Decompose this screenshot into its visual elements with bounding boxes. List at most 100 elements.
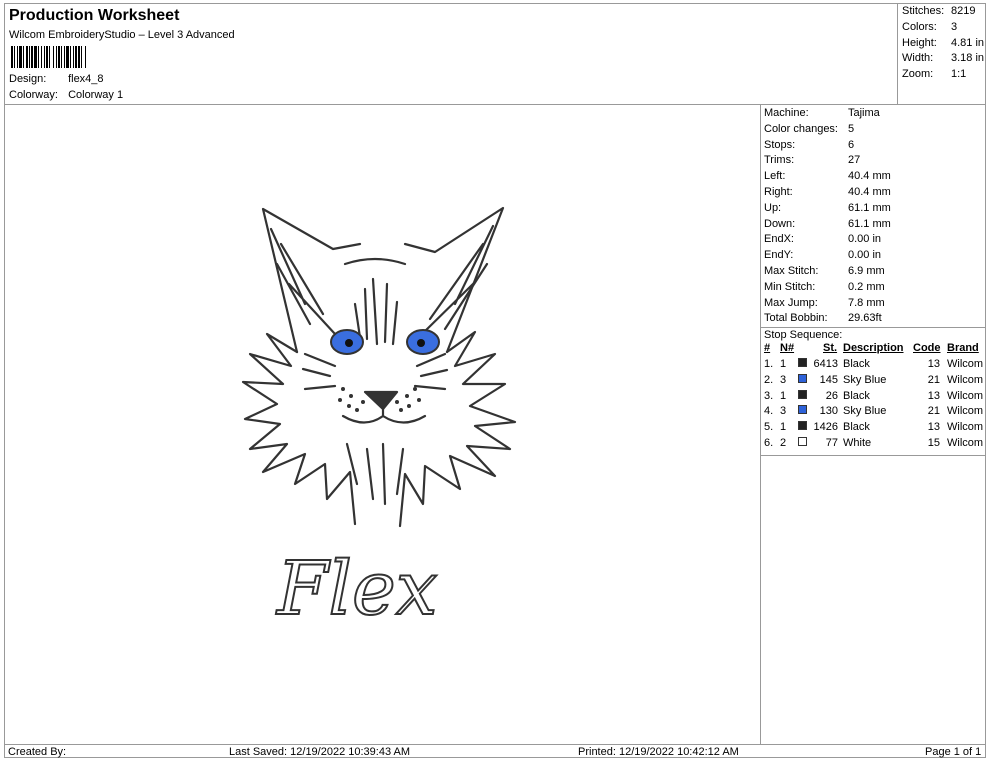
colorway-row: Colorway: Colorway 1 xyxy=(9,89,123,101)
cell-stitches: 130 xyxy=(819,405,838,418)
detail-label: Up: xyxy=(764,201,782,214)
detail-label: Total Bobbin: xyxy=(764,312,828,325)
summary-label: Width: xyxy=(902,52,934,64)
detail-row: Min Stitch: 0.2 mm xyxy=(764,281,885,293)
cell-needle: 2 xyxy=(780,437,787,449)
detail-value: 40.4 mm xyxy=(848,170,891,183)
summary-panel: Stitches: 8219 Colors: 3 Height: 4.81 in Wi… xyxy=(897,4,986,105)
details-panel: Machine: Tajima Color changes: 5 Stops: 6 Trim… xyxy=(760,104,986,744)
detail-value: 0.2 mm xyxy=(848,280,885,293)
color-swatch xyxy=(798,373,807,383)
cell-needle: 1 xyxy=(780,421,787,434)
detail-label: Trims: xyxy=(764,154,795,167)
detail-row: Max Stitch: 6.9 mm xyxy=(764,265,885,277)
cell-code: 15 xyxy=(927,437,940,449)
cell-code: 13 xyxy=(927,358,940,370)
page-number: Page 1 of 1 xyxy=(925,746,982,758)
cell-description: White xyxy=(843,437,872,449)
cell-brand: Wilcom xyxy=(947,421,984,434)
header: Production Worksheet Wilcom EmbroiderySt… xyxy=(5,4,897,105)
summary-label: Height: xyxy=(902,37,937,49)
design-value: flex4_8 xyxy=(68,73,104,85)
color-swatch xyxy=(798,437,807,446)
divider xyxy=(761,455,986,456)
cell-num: 2. xyxy=(764,373,774,386)
detail-row: Max Jump: 7.8 mm xyxy=(764,297,885,309)
cell-num: 3. xyxy=(764,389,774,402)
detail-label: EndX: xyxy=(764,233,794,246)
cell-brand: Wilcom xyxy=(947,373,984,386)
column-header: Code xyxy=(913,342,941,354)
table-header: # N# St. Description Code Brand xyxy=(761,342,986,358)
design-label: Design: xyxy=(9,73,47,85)
cell-description: Black xyxy=(843,358,870,370)
summary-value: 8219 xyxy=(951,5,976,17)
cell-brand: Wilcom xyxy=(947,405,984,418)
detail-label: Color changes: xyxy=(764,122,838,135)
table-row: 4. 3 130 Sky Blue 21 Wilcom xyxy=(761,405,986,421)
cell-stitches: 145 xyxy=(819,373,838,386)
summary-value: 4.81 in xyxy=(951,37,985,49)
detail-row: Left: 40.4 mm xyxy=(764,170,891,182)
detail-row: Stops: 6 xyxy=(764,139,854,151)
table-row: 3. 1 26 Black 13 Wilcom xyxy=(761,389,986,406)
detail-value: 7.8 mm xyxy=(848,296,885,309)
detail-label: Stops: xyxy=(764,138,796,151)
detail-value: 61.1 mm xyxy=(848,217,891,230)
barcode xyxy=(11,46,86,68)
detail-row: Total Bobbin: 29.63ft xyxy=(764,312,882,324)
cell-code: 13 xyxy=(927,389,940,402)
footer: Created By: Last Saved: 12/19/2022 10:39… xyxy=(5,744,985,759)
table-row: 5. 1 1426 Black 13 Wilcom xyxy=(761,421,986,437)
colorway-value: Colorway 1 xyxy=(68,89,124,101)
cell-num: 4. xyxy=(764,405,774,418)
cell-stitches: 26 xyxy=(825,389,838,402)
summary-label: Zoom: xyxy=(902,68,934,80)
cell-needle: 1 xyxy=(780,358,787,370)
printed-date: Printed: 12/19/2022 10:42:12 AM xyxy=(578,746,739,758)
cell-code: 13 xyxy=(927,421,940,434)
detail-value: Tajima xyxy=(848,107,880,119)
page-title: Production Worksheet xyxy=(9,7,180,24)
cell-description: Sky Blue xyxy=(843,373,887,386)
detail-row: EndX: 0.00 in xyxy=(764,233,881,245)
cell-description: Black xyxy=(843,421,870,434)
summary-label: Stitches: xyxy=(902,5,945,17)
detail-label: EndY: xyxy=(764,249,794,262)
cell-needle: 3 xyxy=(780,405,787,418)
cell-code: 21 xyxy=(927,405,940,418)
cell-brand: Wilcom xyxy=(947,437,984,449)
cell-num: 6. xyxy=(764,437,774,449)
color-swatch xyxy=(798,405,807,415)
cat-embroidery-image: Flex xyxy=(241,206,517,633)
detail-label: Max Jump: xyxy=(764,296,818,309)
detail-value: 0.00 in xyxy=(848,249,882,262)
detail-value: 5 xyxy=(848,122,855,135)
cell-stitches: 6413 xyxy=(813,358,838,370)
summary-value: 3 xyxy=(951,21,958,33)
summary-value: 1:1 xyxy=(951,68,967,80)
detail-label: Left: xyxy=(764,170,786,183)
color-swatch xyxy=(798,389,807,399)
detail-value: 6.9 mm xyxy=(848,265,885,277)
detail-row: Up: 61.1 mm xyxy=(764,202,891,214)
cell-stitches: 77 xyxy=(825,437,838,449)
design-script-text: Flex xyxy=(275,546,438,632)
summary-label: Colors: xyxy=(902,21,937,33)
divider xyxy=(761,327,986,328)
color-swatch xyxy=(798,421,807,431)
detail-row: Machine: Tajima xyxy=(764,107,880,119)
last-saved: Last Saved: 12/19/2022 10:39:43 AM xyxy=(229,746,411,758)
summary-value: 3.18 in xyxy=(951,52,985,64)
cell-needle: 3 xyxy=(780,373,787,386)
design-row: Design: flex4_8 xyxy=(9,73,104,85)
created-by: Created By: xyxy=(8,746,67,758)
cell-description: Sky Blue xyxy=(843,405,887,418)
column-header: # xyxy=(764,342,771,354)
detail-row: Color changes: 5 xyxy=(764,123,854,135)
detail-label: Machine: xyxy=(764,107,809,119)
summary-row: Colors: 3 xyxy=(902,21,957,33)
column-header: Description xyxy=(843,342,904,354)
detail-value: 40.4 mm xyxy=(848,186,891,198)
cell-brand: Wilcom xyxy=(947,389,984,402)
